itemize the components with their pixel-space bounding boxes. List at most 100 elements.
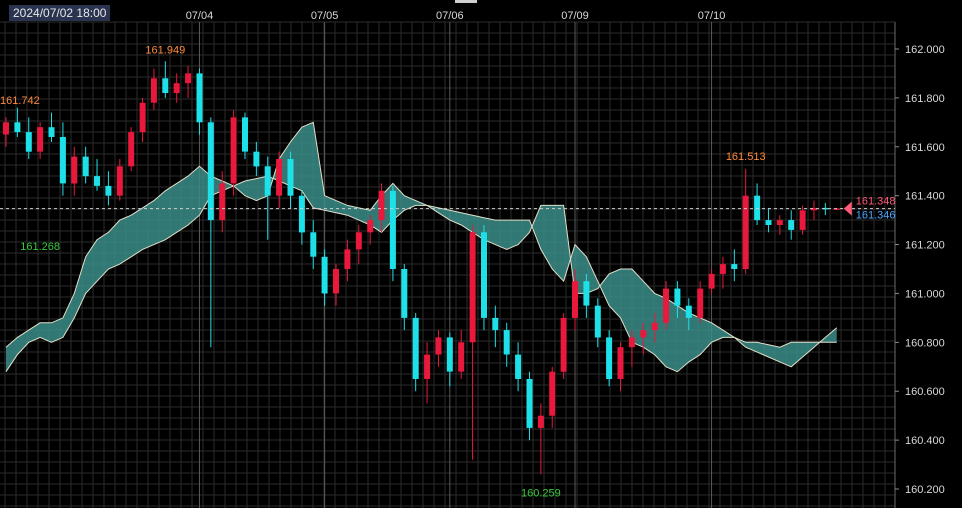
candles bbox=[3, 61, 840, 475]
candle-body bbox=[594, 305, 601, 338]
candle-body bbox=[412, 317, 419, 379]
candle-body bbox=[14, 122, 21, 133]
candle-body bbox=[697, 288, 704, 318]
candle-body bbox=[458, 342, 465, 372]
candle-body bbox=[742, 195, 749, 269]
candle-body bbox=[719, 264, 726, 274]
candle-body bbox=[606, 337, 613, 379]
candle-body bbox=[435, 337, 442, 355]
candlestick-chart[interactable]: 07/04 07/05 07/06 07/09 07/10 162.000 161.800… bbox=[0, 0, 962, 508]
x-tick-label: 07/09 bbox=[561, 10, 589, 22]
y-axis-labels: 162.000 161.800 161.600 161.400 161.200 161.0… bbox=[895, 44, 945, 496]
candle-body bbox=[515, 354, 522, 379]
y-tick-label: 160.400 bbox=[905, 435, 945, 447]
candle-body bbox=[446, 337, 453, 372]
y-tick-label: 160.800 bbox=[905, 337, 945, 349]
candle-body bbox=[196, 73, 203, 123]
candle-body bbox=[378, 190, 385, 221]
candle-body bbox=[150, 78, 157, 103]
candle-body bbox=[344, 249, 351, 269]
candle-body bbox=[276, 159, 283, 196]
candle-body bbox=[526, 379, 533, 428]
candle-body bbox=[230, 117, 237, 184]
candle-body bbox=[776, 220, 783, 225]
candle-body bbox=[799, 210, 806, 230]
candle-body bbox=[355, 232, 362, 250]
candle-body bbox=[754, 195, 761, 221]
candle-body bbox=[105, 185, 112, 196]
low-price-label: 161.268 bbox=[20, 241, 60, 253]
chart-grid bbox=[0, 21, 896, 508]
candle-body bbox=[492, 317, 499, 331]
candle-body bbox=[481, 232, 487, 318]
candle-body bbox=[367, 220, 374, 233]
ask-price-label: 161.346 bbox=[856, 210, 896, 222]
x-tick-label: 07/06 bbox=[436, 10, 464, 22]
candle-body bbox=[708, 273, 715, 289]
candle-body bbox=[788, 220, 795, 230]
candle-body bbox=[685, 305, 692, 318]
candle-body bbox=[469, 232, 476, 343]
candle-body bbox=[219, 183, 226, 221]
candle-body bbox=[663, 288, 669, 323]
current-price-marker bbox=[843, 201, 852, 216]
candle-body bbox=[71, 156, 78, 184]
candle-body bbox=[424, 354, 431, 379]
candle-body bbox=[333, 269, 339, 294]
candle-body bbox=[674, 288, 681, 306]
x-tick-label: 07/05 bbox=[311, 10, 339, 22]
candle-body bbox=[583, 281, 590, 306]
candle-body bbox=[651, 322, 658, 331]
candle-body bbox=[82, 156, 89, 177]
candle-body bbox=[48, 127, 55, 137]
candle-body bbox=[731, 264, 738, 269]
candle-body bbox=[253, 151, 260, 167]
candle-body bbox=[628, 337, 635, 348]
candle-body bbox=[401, 269, 408, 318]
candle-body bbox=[264, 166, 271, 196]
high-price-label: 161.513 bbox=[726, 151, 766, 163]
x-tick-label: 07/04 bbox=[186, 10, 214, 22]
y-tick-label: 161.200 bbox=[905, 240, 945, 252]
candle-body bbox=[59, 137, 66, 184]
candle-body bbox=[185, 73, 192, 84]
candle-body bbox=[549, 371, 556, 416]
candle-body bbox=[560, 317, 567, 372]
candle-body bbox=[37, 127, 44, 152]
candle-body bbox=[162, 78, 169, 93]
high-price-label: 161.949 bbox=[145, 44, 185, 56]
candle-body bbox=[298, 195, 305, 233]
candle-body bbox=[617, 347, 624, 379]
y-tick-label: 160.200 bbox=[905, 484, 945, 496]
candle-body bbox=[640, 330, 647, 338]
candle-body bbox=[139, 102, 146, 133]
y-tick-label: 160.600 bbox=[905, 386, 945, 398]
candle-body bbox=[128, 132, 135, 167]
candle-body bbox=[503, 330, 510, 355]
candle-body bbox=[572, 281, 578, 318]
candle-body bbox=[207, 122, 214, 221]
bid-price-label: 161.348 bbox=[856, 196, 896, 208]
candle-body bbox=[25, 132, 32, 152]
y-tick-label: 162.000 bbox=[905, 44, 945, 56]
candle-body bbox=[3, 122, 9, 135]
y-tick-label: 161.800 bbox=[905, 93, 945, 105]
x-axis-labels: 07/04 07/05 07/06 07/09 07/10 bbox=[186, 10, 726, 22]
candle-body bbox=[765, 220, 772, 225]
y-tick-label: 161.000 bbox=[905, 288, 945, 300]
candle-body bbox=[287, 159, 294, 196]
candle-body bbox=[242, 117, 248, 152]
cursor-timestamp: 2024/07/02 18:00 bbox=[9, 5, 111, 21]
y-tick-label: 161.400 bbox=[905, 191, 945, 203]
candle-body bbox=[321, 256, 328, 294]
x-tick-label: 07/10 bbox=[698, 10, 726, 22]
candle-body bbox=[116, 166, 123, 196]
high-price-label: 161.742 bbox=[0, 95, 40, 107]
candle-body bbox=[94, 176, 100, 186]
y-tick-label: 161.600 bbox=[905, 142, 945, 154]
low-price-label: 160.259 bbox=[521, 488, 561, 500]
candle-body bbox=[537, 415, 544, 428]
candle-body bbox=[310, 232, 317, 257]
candle-body bbox=[389, 190, 396, 269]
candle-body bbox=[173, 83, 180, 93]
